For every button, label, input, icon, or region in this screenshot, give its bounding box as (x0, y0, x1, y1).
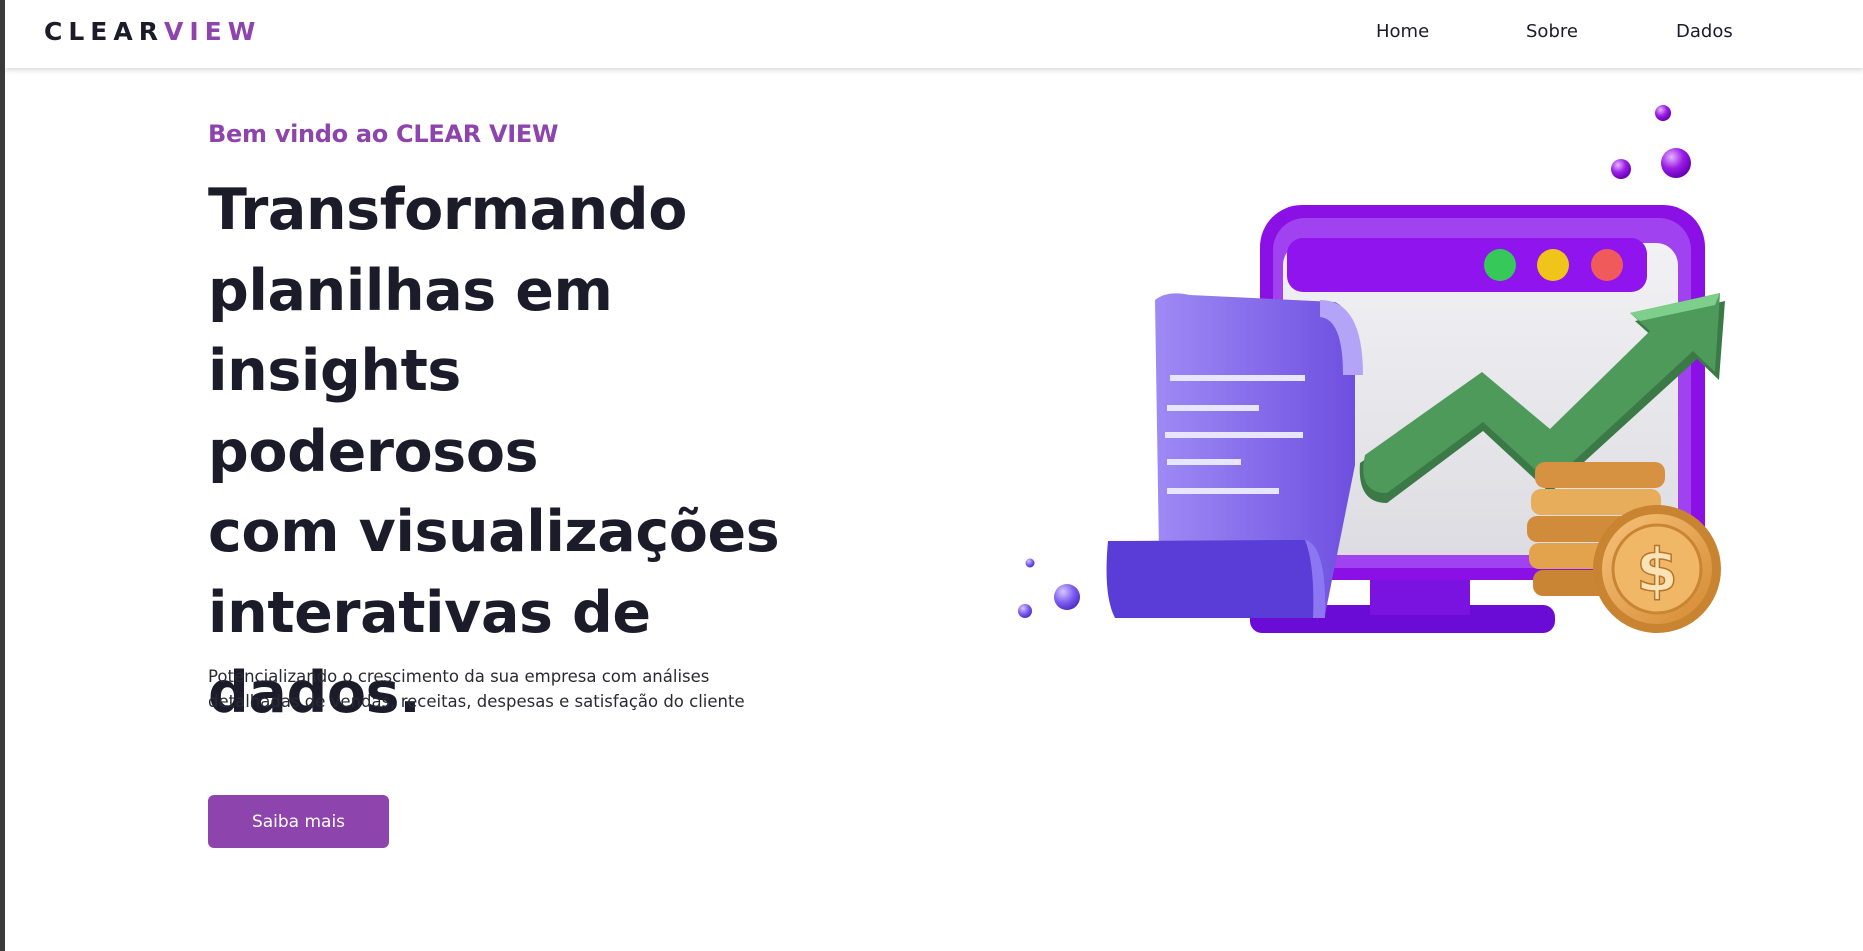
dollar-sign: $ (1636, 536, 1678, 606)
nav-sobre[interactable]: Sobre (1526, 21, 1578, 42)
nav-dados[interactable]: Dados (1676, 21, 1733, 42)
page: CLEARVIEW Home Sobre Dados Bem vindo ao … (5, 0, 1863, 951)
logo-text-main: CLEAR (44, 17, 164, 46)
hero-title-line: interativas de (208, 579, 651, 646)
nav-home[interactable]: Home (1376, 21, 1429, 42)
hero-title-line: planilhas em (208, 257, 613, 324)
hero-title: Transformando planilhas em insights pode… (208, 170, 808, 734)
logo[interactable]: CLEARVIEW (44, 17, 261, 46)
hero-illustration: $ (995, 95, 1765, 655)
hero-description-line: detalhadas de vendas, receitas, despesas… (208, 692, 745, 711)
hero-title-line: insights poderosos (208, 338, 539, 485)
hero-title-line: com visualizações (208, 499, 780, 565)
logo-text-accent: VIEW (163, 17, 262, 46)
hero-description: Potencializando o crescimento da sua emp… (208, 664, 778, 714)
saiba-mais-button[interactable]: Saiba mais (208, 795, 389, 848)
hero-title-line: Transformando (208, 177, 687, 243)
hero-description-line: Potencializando o crescimento da sua emp… (208, 667, 710, 686)
finance-dashboard-illustration: $ (1018, 105, 1725, 633)
top-navbar: CLEARVIEW Home Sobre Dados (5, 0, 1863, 68)
hero-subtitle: Bem vindo ao CLEAR VIEW (208, 120, 559, 148)
receipt-icon (1106, 293, 1363, 618)
